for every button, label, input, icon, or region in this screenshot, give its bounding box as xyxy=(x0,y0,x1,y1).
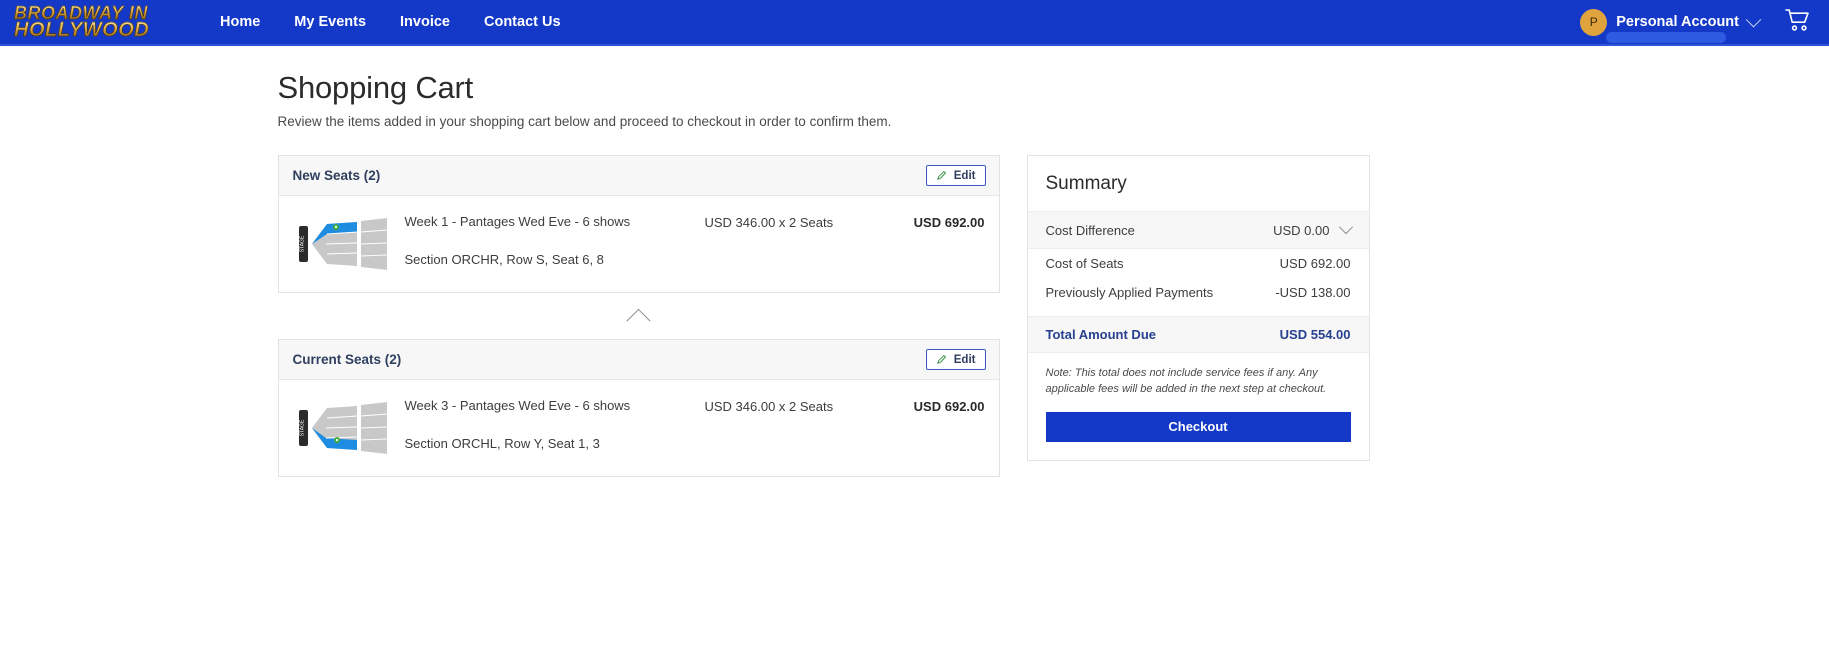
content-container: Shopping Cart Review the items added in … xyxy=(270,70,1560,477)
edit-current-seats-button[interactable]: Edit xyxy=(925,349,986,370)
new-seats-title: New Seats (2) xyxy=(292,168,381,183)
nav-link-contact-us[interactable]: Contact Us xyxy=(484,14,561,30)
previously-applied-payments-label: Previously Applied Payments xyxy=(1045,285,1214,300)
cost-of-seats-value: USD 692.00 xyxy=(1279,256,1351,271)
avatar: P xyxy=(1580,8,1608,36)
cost-of-seats-label: Cost of Seats xyxy=(1045,256,1124,271)
new-seats-card-header: New Seats (2) Edit xyxy=(278,156,999,196)
new-seats-item-description: Week 1 - Pantages Wed Eve - 6 shows Sect… xyxy=(405,212,705,267)
chevron-up-icon xyxy=(626,308,651,333)
chevron-down-icon xyxy=(1745,11,1762,27)
new-seats-item-name: Week 1 - Pantages Wed Eve - 6 shows xyxy=(404,214,631,229)
nav-link-invoice[interactable]: Invoice xyxy=(400,14,450,30)
current-seats-card: Current Seats (2) Edit STAGE Week 3 - Pa… xyxy=(277,339,1000,477)
current-seats-unit-price: USD 346.00 x 2 Seats xyxy=(704,399,834,414)
cart-layout: New Seats (2) Edit STAGE Week 1 - Pantag… xyxy=(277,155,1560,477)
summary-note: Note: This total does not include servic… xyxy=(1045,367,1327,395)
checkout-button-wrap: Checkout xyxy=(1028,402,1369,460)
nav-link-my-events[interactable]: My Events xyxy=(294,14,366,30)
theater-seatmap-thumbnail: STAGE xyxy=(298,402,387,454)
current-seats-item-name: Week 3 - Pantages Wed Eve - 6 shows xyxy=(404,398,631,413)
new-seats-item-row: STAGE Week 1 - Pantages Wed Eve - 6 show… xyxy=(279,196,999,292)
brand-logo-line2: HOLLYWOOD xyxy=(14,20,184,41)
total-amount-due-label: Total Amount Due xyxy=(1045,327,1157,342)
svg-text:STAGE: STAGE xyxy=(299,235,305,252)
cost-difference-row[interactable]: Cost Difference USD 0.00 xyxy=(1027,211,1369,249)
current-seats-item-description: Week 3 - Pantages Wed Eve - 6 shows Sect… xyxy=(405,396,705,451)
cost-of-seats-row: Cost of Seats USD 692.00 xyxy=(1028,249,1369,278)
new-seats-unit-price: USD 346.00 x 2 Seats xyxy=(704,215,834,230)
page-subtitle: Review the items added in your shopping … xyxy=(277,114,892,129)
svg-text:STAGE: STAGE xyxy=(299,419,305,436)
primary-nav-links: Home My Events Invoice Contact Us xyxy=(220,14,561,30)
cost-difference-value: USD 0.00 xyxy=(1273,222,1330,238)
cost-difference-value-group: USD 0.00 xyxy=(1273,220,1353,238)
account-menu[interactable]: P Personal Account xyxy=(1580,8,1762,43)
current-seats-title: Current Seats (2) xyxy=(292,352,402,367)
pencil-icon xyxy=(936,354,946,364)
edit-current-seats-label: Edit xyxy=(953,353,976,366)
chevron-down-icon[interactable] xyxy=(1338,220,1353,235)
summary-column: Summary Cost Difference USD 0.00 Cost of… xyxy=(1026,155,1370,461)
redacted-account-detail xyxy=(1606,31,1727,43)
account-name-label: Personal Account xyxy=(1616,14,1739,30)
current-seats-item-seat: Section ORCHL, Row Y, Seat 1, 3 xyxy=(404,436,600,452)
new-seats-item-seat: Section ORCHR, Row S, Seat 6, 8 xyxy=(404,252,604,268)
previously-applied-payments-row: Previously Applied Payments -USD 138.00 xyxy=(1028,278,1369,307)
current-seats-total-price: USD 692.00 xyxy=(913,399,985,414)
theater-seatmap-thumbnail: STAGE xyxy=(298,218,387,270)
total-amount-due-row: Total Amount Due USD 554.00 xyxy=(1027,316,1369,353)
current-seats-item-row: STAGE Week 3 - Pantages Wed Eve - 6 show… xyxy=(279,380,999,476)
summary-title: Summary xyxy=(1045,173,1127,194)
summary-panel: Summary Cost Difference USD 0.00 Cost of… xyxy=(1026,155,1370,461)
edit-new-seats-label: Edit xyxy=(953,169,976,182)
new-seats-card: New Seats (2) Edit STAGE Week 1 - Pantag… xyxy=(277,155,1000,293)
collapse-toggle[interactable] xyxy=(278,293,1000,339)
shopping-cart-icon[interactable] xyxy=(1785,8,1811,37)
current-seats-card-header: Current Seats (2) Edit xyxy=(278,340,999,380)
top-navigation-bar: BROADWAY IN HOLLYWOOD Home My Events Inv… xyxy=(0,0,1829,46)
previously-applied-payments-value: -USD 138.00 xyxy=(1275,285,1351,300)
pencil-icon xyxy=(936,170,946,180)
nav-link-home[interactable]: Home xyxy=(220,14,260,30)
cost-difference-label: Cost Difference xyxy=(1045,222,1135,238)
new-seats-total-price: USD 692.00 xyxy=(913,215,985,230)
page-title: Shopping Cart xyxy=(277,70,474,105)
nav-right-group: P Personal Account xyxy=(1580,8,1811,43)
brand-logo[interactable]: BROADWAY IN HOLLYWOOD xyxy=(14,3,184,41)
page-content: Shopping Cart Review the items added in … xyxy=(0,44,1829,477)
total-amount-due-value: USD 554.00 xyxy=(1279,327,1351,342)
checkout-button[interactable]: Checkout xyxy=(1045,411,1351,442)
edit-new-seats-button[interactable]: Edit xyxy=(925,165,986,186)
cart-items-column: New Seats (2) Edit STAGE Week 1 - Pantag… xyxy=(277,155,1000,477)
